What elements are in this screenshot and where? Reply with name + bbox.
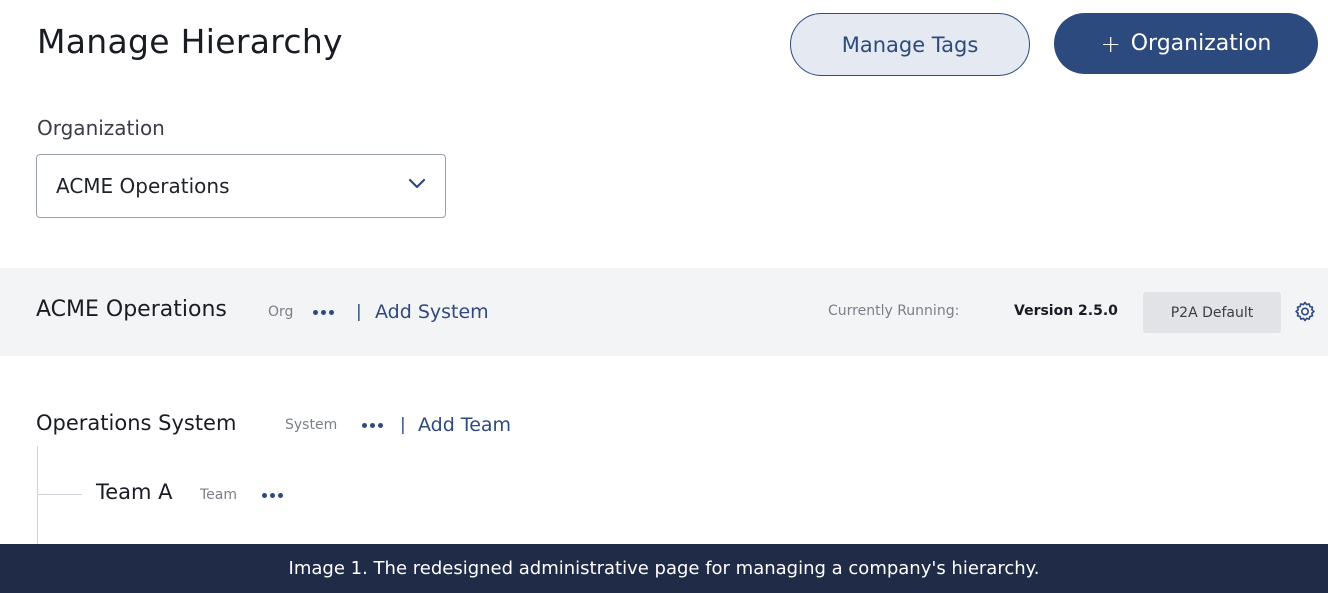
org-name: ACME Operations bbox=[36, 297, 227, 322]
team-more-options-icon[interactable] bbox=[262, 493, 283, 498]
organization-select-value: ACME Operations bbox=[56, 174, 230, 198]
separator: | bbox=[400, 415, 406, 435]
add-system-link[interactable]: Add System bbox=[375, 301, 489, 323]
system-type-label: System bbox=[285, 417, 338, 433]
currently-running-label: Currently Running: bbox=[828, 303, 960, 319]
page-title: Manage Hierarchy bbox=[37, 22, 343, 61]
system-name: Operations System bbox=[36, 411, 237, 435]
tree-line-vertical bbox=[37, 446, 38, 556]
add-organization-label: Organization bbox=[1130, 31, 1272, 56]
organization-select[interactable]: ACME Operations bbox=[36, 154, 446, 218]
running-version: Version 2.5.0 bbox=[1014, 303, 1118, 319]
plus-icon: + bbox=[1100, 29, 1121, 58]
gear-icon[interactable] bbox=[1293, 300, 1317, 324]
manage-tags-label: Manage Tags bbox=[841, 32, 979, 57]
tree-line-horizontal bbox=[38, 494, 82, 495]
team-type-label: Team bbox=[200, 487, 238, 503]
system-more-options-icon[interactable] bbox=[362, 423, 383, 428]
manage-tags-button[interactable]: Manage Tags bbox=[790, 13, 1030, 76]
image-caption: Image 1. The redesigned administrative p… bbox=[0, 544, 1328, 593]
add-organization-button[interactable]: + Organization bbox=[1054, 13, 1318, 74]
organization-field-label: Organization bbox=[37, 116, 165, 140]
org-type-label: Org bbox=[268, 304, 294, 320]
config-badge: P2A Default bbox=[1143, 292, 1281, 333]
system-row: Operations System System | Add Team bbox=[0, 405, 1328, 445]
team-name: Team A bbox=[96, 480, 173, 504]
org-more-options-icon[interactable] bbox=[313, 310, 334, 315]
add-team-link[interactable]: Add Team bbox=[418, 414, 511, 436]
org-row: ACME Operations Org | Add System Current… bbox=[0, 268, 1328, 356]
chevron-down-icon bbox=[408, 178, 426, 189]
separator: | bbox=[356, 302, 362, 322]
